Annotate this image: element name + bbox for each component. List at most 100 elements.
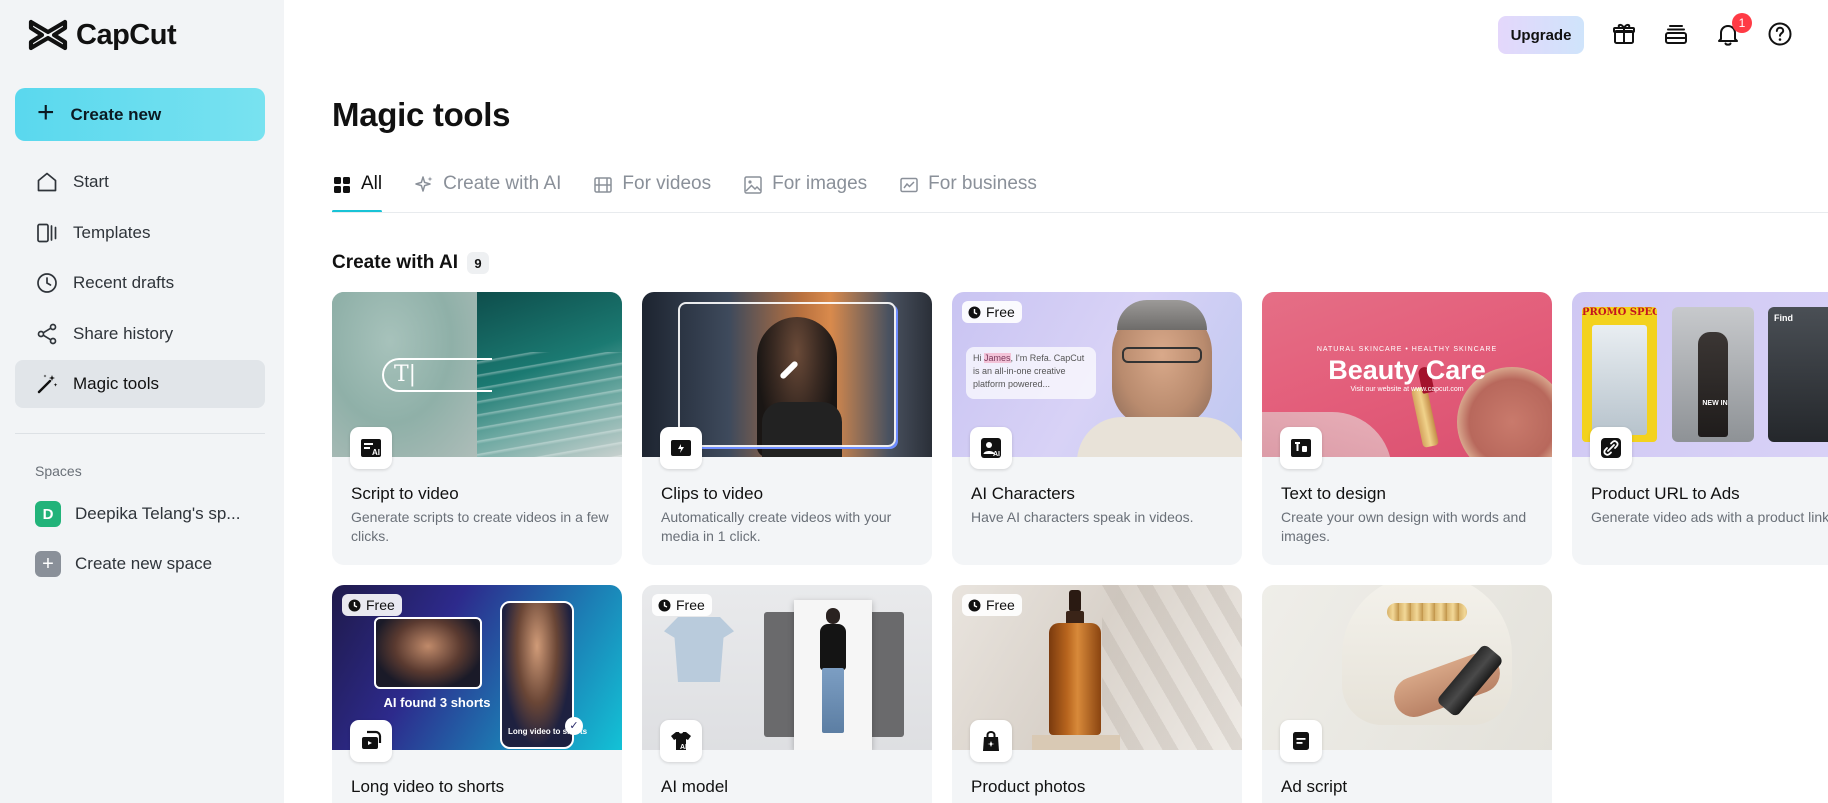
- sidebar-item-magic-tools[interactable]: Magic tools: [15, 360, 265, 408]
- tool-card-script-to-video[interactable]: T| AI Script to video Generate scripts t…: [332, 292, 622, 565]
- shirt-ai-icon: AI: [660, 720, 702, 762]
- text-design-icon: [1280, 427, 1322, 469]
- tool-card-product-photos[interactable]: Free Product photos: [952, 585, 1242, 803]
- tool-card-product-url-to-ads[interactable]: PROMO SPECIAL NEW IN Find Product URL to…: [1572, 292, 1828, 565]
- shopping-bag-icon: [970, 720, 1012, 762]
- main-content: Upgrade 1 Magic tools All Create with AI: [284, 0, 1828, 803]
- sidebar-item-start[interactable]: Start: [15, 158, 265, 206]
- card-title: Clips to video: [661, 484, 764, 503]
- sidebar-item-recent-drafts[interactable]: Recent drafts: [15, 259, 265, 307]
- app-root: CapCut + Create new Start Templates Rece…: [0, 0, 1828, 803]
- tab-for-business[interactable]: For business: [899, 168, 1037, 213]
- beauty-care-tagline: NATURAL SKINCARE • HEALTHY SKINCARE: [1316, 346, 1498, 353]
- sidebar-item-label: Share history: [73, 323, 174, 343]
- grid-icon: [334, 177, 350, 193]
- card-description: Create your own design with words and im…: [1281, 509, 1527, 544]
- tab-label: For videos: [622, 173, 712, 194]
- plus-icon: +: [37, 96, 55, 129]
- page-title: Magic tools: [332, 96, 511, 133]
- clock-icon: [968, 306, 981, 318]
- clock-icon: [348, 599, 361, 611]
- card-description: Automatically create videos with your me…: [661, 509, 892, 544]
- sidebar-nav: Start Templates Recent drafts Share hist…: [15, 158, 265, 411]
- create-new-label: Create new: [70, 104, 162, 124]
- magic-wand-icon: [37, 374, 58, 394]
- upgrade-button[interactable]: Upgrade: [1498, 16, 1584, 54]
- ai-character-icon: AI: [970, 427, 1012, 469]
- shorts-found-caption: AI found 3 shorts: [383, 695, 491, 710]
- sidebar-item-templates[interactable]: Templates: [15, 209, 265, 257]
- create-new-space-button[interactable]: + Create new space: [35, 550, 212, 578]
- sidebar-item-label: Start: [73, 172, 109, 191]
- plus-icon: +: [35, 551, 61, 577]
- spaces-heading: Spaces: [35, 463, 82, 479]
- home-icon: [37, 172, 57, 192]
- find-text: Find: [1774, 313, 1793, 323]
- capcut-logo-icon: [28, 19, 68, 51]
- image-icon: [744, 176, 762, 194]
- sidebar-divider: [15, 433, 265, 434]
- tab-for-videos[interactable]: For videos: [593, 168, 711, 213]
- layers-icon[interactable]: [1662, 20, 1690, 48]
- gift-icon[interactable]: [1610, 20, 1638, 48]
- app-name: CapCut: [76, 18, 177, 51]
- space-name: Deepika Telang's sp...: [75, 504, 241, 523]
- free-badge-label: Free: [986, 304, 1015, 320]
- card-description: Generate video ads with a product link.: [1591, 509, 1828, 525]
- free-badge: Free: [962, 301, 1022, 323]
- section-create-with-ai-header: Create with AI 9: [332, 252, 489, 274]
- free-badge: Free: [962, 594, 1022, 616]
- tool-card-text-to-design[interactable]: NATURAL SKINCARE • HEALTHY SKINCARE Beau…: [1262, 292, 1552, 565]
- card-title: AI model: [661, 777, 729, 796]
- free-badge: Free: [652, 594, 712, 616]
- tool-card-ai-model[interactable]: Free AI AI model: [642, 585, 932, 803]
- free-badge: Free: [342, 594, 402, 616]
- sidebar-item-label: Magic tools: [73, 374, 159, 393]
- space-item-deepika[interactable]: D Deepika Telang's sp...: [35, 500, 240, 528]
- clock-icon: [37, 273, 57, 293]
- tab-label: Create with AI: [443, 173, 562, 194]
- bubble-name-highlight: James: [984, 353, 1011, 363]
- tab-label: All: [361, 173, 383, 194]
- business-icon: [900, 177, 918, 193]
- svg-text:AI: AI: [993, 451, 1000, 458]
- tab-label: For images: [772, 173, 868, 194]
- section-count-badge: 9: [467, 252, 489, 274]
- card-description: Have AI characters speak in videos.: [971, 509, 1194, 525]
- tabs-divider: [332, 212, 1828, 213]
- clock-icon: [658, 599, 671, 611]
- clock-icon: [968, 599, 981, 611]
- section-title: Create with AI: [332, 252, 458, 273]
- link-ads-icon: [1590, 427, 1632, 469]
- sidebar-item-label: Templates: [73, 222, 151, 242]
- tool-card-clips-to-video[interactable]: Clips to video Automatically create vide…: [642, 292, 932, 565]
- help-icon[interactable]: [1766, 20, 1794, 48]
- check-icon: ✓: [565, 717, 583, 735]
- tab-all[interactable]: All: [332, 168, 383, 213]
- ad-script-icon: [1280, 720, 1322, 762]
- tab-for-images[interactable]: For images: [743, 168, 867, 213]
- tool-card-ad-script[interactable]: Ad script: [1262, 585, 1552, 803]
- card-title: Long video to shorts: [351, 777, 505, 796]
- beauty-care-subtext: Visit our website at www.capcut.com: [1350, 386, 1464, 393]
- film-icon: [594, 177, 613, 193]
- sidebar-item-share-history[interactable]: Share history: [15, 310, 265, 358]
- sparkle-icon: [415, 176, 433, 192]
- bubble-text-1: Hi: [973, 353, 984, 363]
- tool-card-ai-characters[interactable]: Hi James, I'm Refa. CapCut is an all-in-…: [952, 292, 1242, 565]
- sidebar: CapCut + Create new Start Templates Rece…: [0, 0, 284, 803]
- create-new-button[interactable]: + Create new: [15, 88, 265, 141]
- capcut-logo[interactable]: CapCut: [28, 18, 177, 52]
- card-title: Script to video: [351, 484, 459, 503]
- promo-text: PROMO SPECIAL: [1582, 307, 1657, 318]
- beauty-care-heading: Beauty Care: [1328, 355, 1486, 385]
- new-in-text: NEW IN: [1702, 400, 1728, 407]
- tab-create-with-ai[interactable]: Create with AI: [414, 168, 561, 213]
- tool-card-long-video-to-shorts[interactable]: Long video to shorts AI found 3 shorts ✓…: [332, 585, 622, 803]
- card-title: Ad script: [1281, 777, 1348, 796]
- svg-text:AI: AI: [372, 448, 380, 457]
- templates-icon: [37, 223, 57, 242]
- tab-label: For business: [928, 173, 1037, 194]
- free-badge-label: Free: [366, 597, 395, 613]
- free-badge-label: Free: [986, 597, 1015, 613]
